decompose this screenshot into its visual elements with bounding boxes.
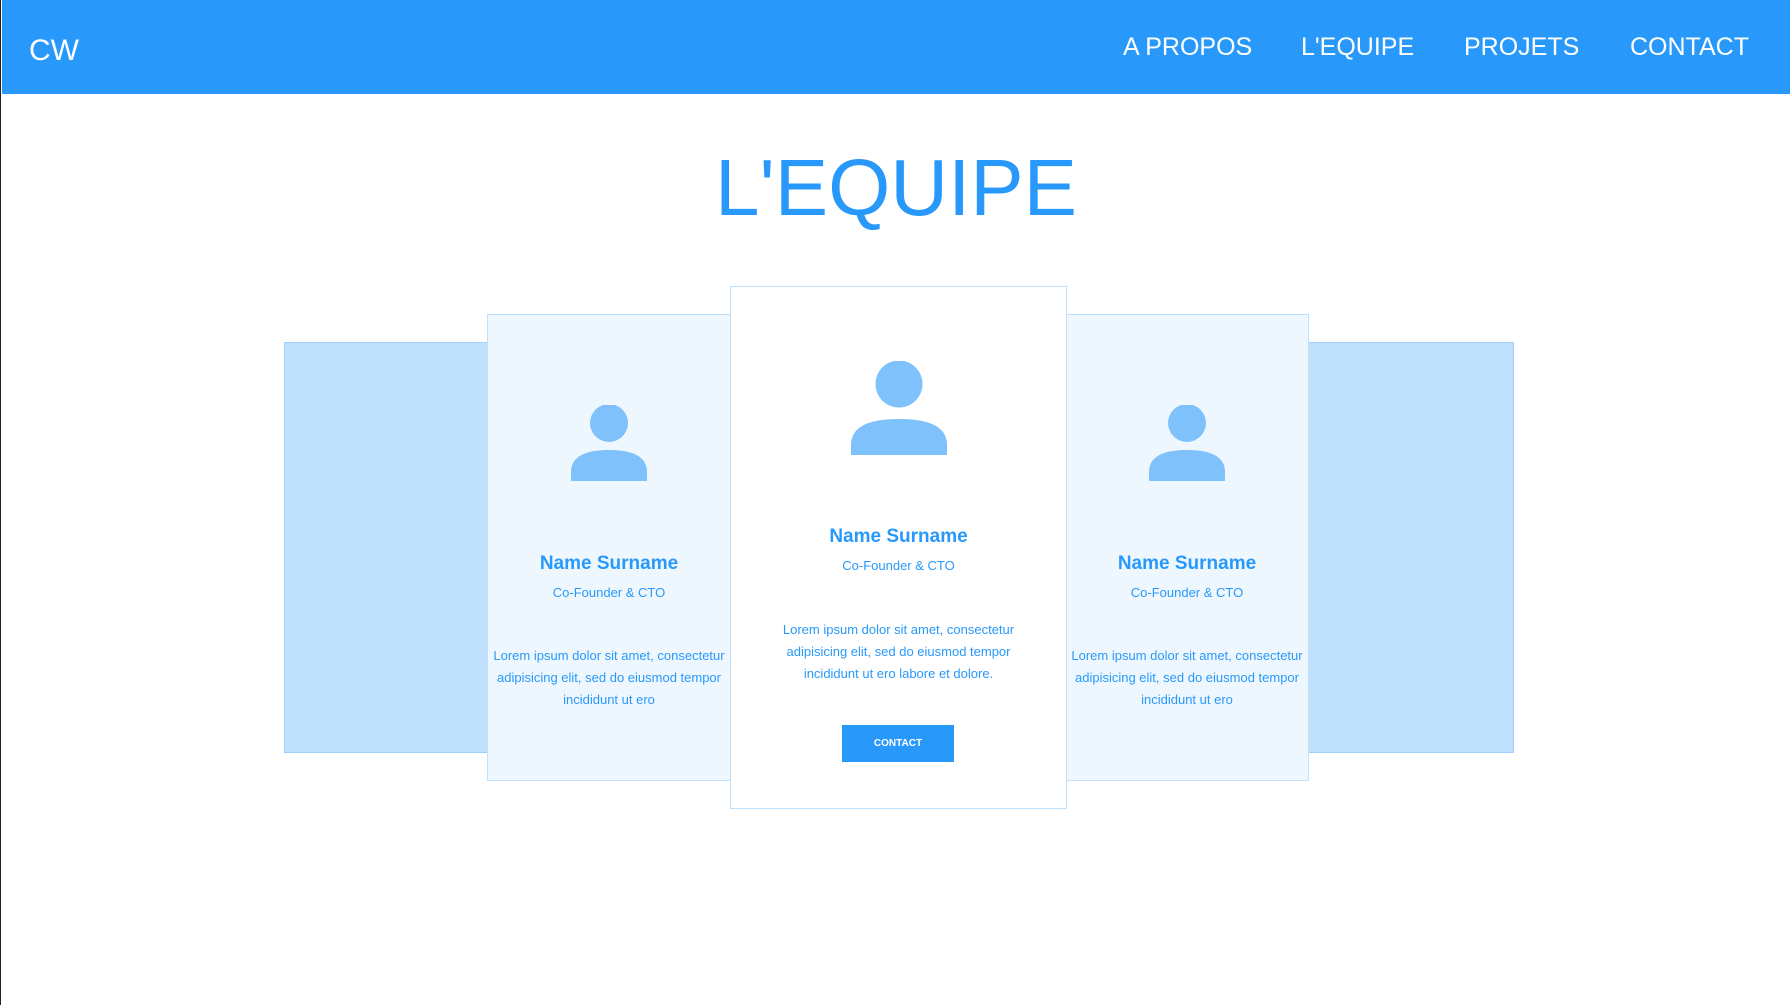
member-description: Lorem ipsum dolor sit amet, consectetur … [1071,648,1303,707]
navbar: CW A PROPOS L'EQUIPE PROJETS CONTACT [2,0,1790,94]
nav-link-projets[interactable]: PROJETS [1464,32,1579,62]
member-role: Co-Founder & CTO [842,558,955,573]
nav-link-a-propos[interactable]: A PROPOS [1123,32,1252,62]
carousel-back-panel-left [284,342,491,753]
member-name: Name Surname [1117,553,1257,574]
contact-button[interactable]: CONTACT [842,725,954,762]
brand-logo[interactable]: CW [29,33,79,69]
member-name: Name Surname [539,553,679,574]
team-card-left[interactable]: Name Surname Co-Founder & CTO Lorem ipsu… [487,314,731,781]
carousel-back-panel-right [1306,342,1514,753]
user-icon [850,361,947,455]
member-role: Co-Founder & CTO [552,585,666,600]
nav-link-contact[interactable]: CONTACT [1630,32,1749,62]
member-description: Lorem ipsum dolor sit amet, consectetur … [493,648,725,707]
member-description: Lorem ipsum dolor sit amet, consectetur … [782,622,1015,681]
section-title: L'EQUIPE [714,143,1078,232]
member-role: Co-Founder & CTO [1130,585,1244,600]
page: CW A PROPOS L'EQUIPE PROJETS CONTACT L'E… [0,0,1790,1005]
user-icon [571,405,647,481]
member-name: Name Surname [829,526,968,547]
team-card-right[interactable]: Name Surname Co-Founder & CTO Lorem ipsu… [1065,314,1309,781]
user-icon [1149,405,1225,481]
team-card-center: Name Surname Co-Founder & CTO Lorem ipsu… [730,286,1067,809]
nav-link-equipe[interactable]: L'EQUIPE [1301,32,1414,62]
